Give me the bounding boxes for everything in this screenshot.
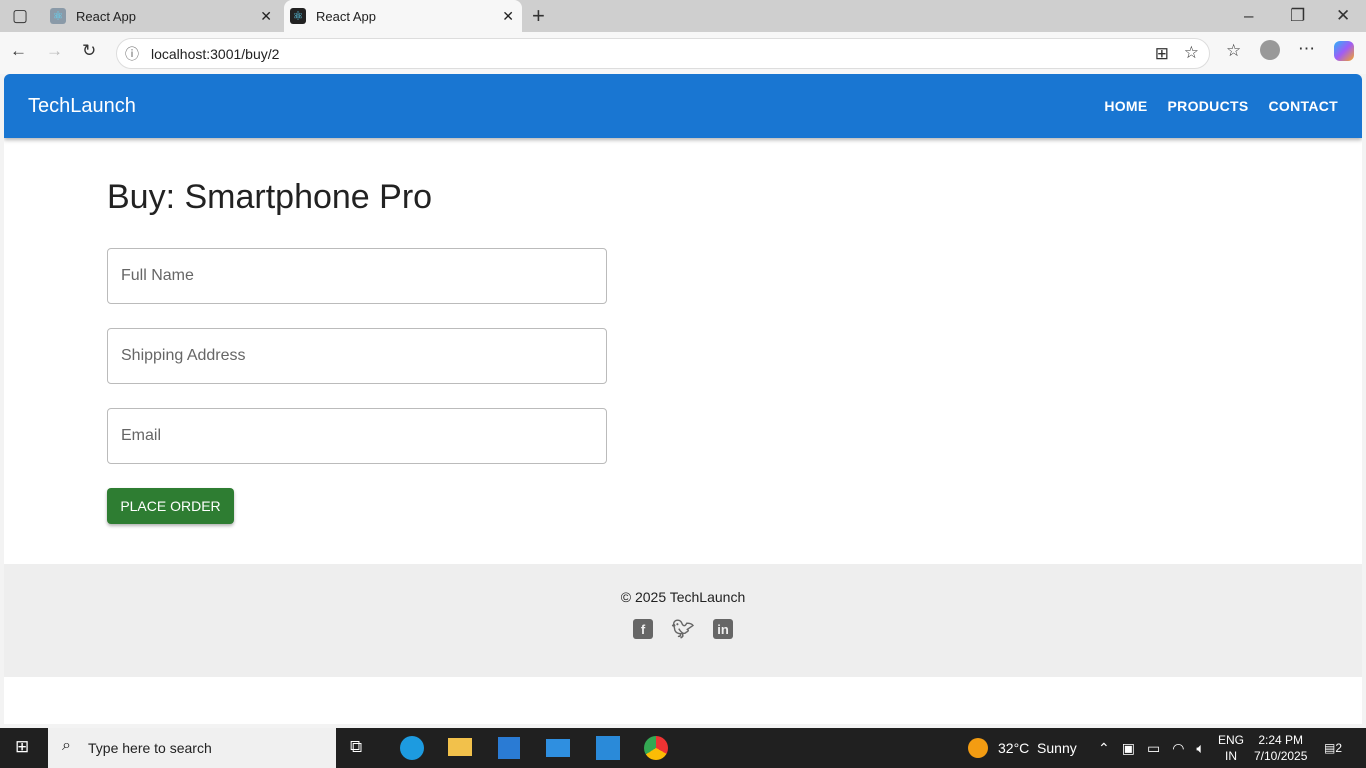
- wifi-icon[interactable]: ◠: [1172, 740, 1184, 757]
- forward-icon[interactable]: →: [46, 41, 63, 61]
- brand-logo[interactable]: TechLaunch: [28, 95, 1084, 118]
- edge-icon[interactable]: [400, 736, 424, 760]
- lang-text: ENG: [1218, 733, 1245, 747]
- app-bar: TechLaunch HOME PRODUCTS CONTACT: [4, 74, 1362, 138]
- file-explorer-icon[interactable]: [448, 738, 472, 756]
- meet-icon[interactable]: ▣: [1122, 740, 1135, 757]
- time-text: 2:24 PM: [1258, 733, 1304, 747]
- profile-avatar[interactable]: [1260, 40, 1280, 60]
- page-title: Buy: Smartphone Pro: [107, 178, 433, 216]
- tab-title: React App: [316, 8, 376, 24]
- weather-widget[interactable]: 32°C Sunny: [968, 728, 1077, 768]
- clock[interactable]: 2:24 PM 7/10/2025: [1254, 728, 1307, 768]
- minimize-icon[interactable]: –: [1244, 6, 1253, 26]
- tab-2[interactable]: ⚛ React App ✕: [284, 0, 522, 32]
- restore-icon[interactable]: ❐: [1290, 6, 1305, 26]
- notifications-button[interactable]: ▤ 2: [1324, 728, 1342, 768]
- more-icon[interactable]: ⋯: [1298, 39, 1315, 59]
- nav-contact[interactable]: CONTACT: [1269, 98, 1339, 114]
- facebook-icon[interactable]: f: [633, 619, 653, 639]
- battery-icon[interactable]: ▭: [1147, 740, 1160, 757]
- notification-icon: ▤: [1324, 741, 1336, 755]
- url-input[interactable]: ⓘ localhost:3001/buy/2 ⊞ ☆: [116, 38, 1210, 69]
- chevron-up-icon[interactable]: ⌃: [1098, 740, 1110, 757]
- react-icon: ⚛: [290, 8, 306, 24]
- taskbar-search[interactable]: ⌕ Type here to search: [48, 728, 336, 768]
- back-icon[interactable]: ←: [10, 41, 27, 61]
- tab-bar: ▢ ⚛ React App ✕ ⚛ React App ✕ + – ❐ ✕: [0, 0, 1366, 32]
- twitter-icon[interactable]: 🐦︎: [672, 619, 695, 639]
- search-placeholder: Type here to search: [88, 740, 212, 756]
- shipping-address-input[interactable]: Shipping Address: [107, 328, 607, 384]
- system-tray: ⌃ ▣ ▭ ◠ 🔈︎: [1098, 728, 1205, 768]
- sun-icon: [968, 738, 988, 758]
- notification-count: 2: [1335, 741, 1343, 755]
- close-tab-icon[interactable]: ✕: [260, 8, 272, 25]
- region-text: IN: [1225, 749, 1237, 763]
- social-links: f 🐦︎ in: [4, 619, 1362, 639]
- close-window-icon[interactable]: ✕: [1336, 6, 1350, 26]
- taskbar: ⊞ ⌕ Type here to search ⧉ 32°C Sunny ⌃ ▣…: [0, 728, 1366, 768]
- vscode-icon[interactable]: [596, 736, 620, 760]
- nav-home[interactable]: HOME: [1104, 98, 1147, 114]
- date-text: 7/10/2025: [1254, 749, 1308, 763]
- mail-icon[interactable]: [546, 739, 570, 757]
- favorite-star-icon[interactable]: ☆: [1184, 43, 1199, 63]
- new-tab-icon[interactable]: +: [532, 3, 545, 29]
- footer: © 2025 TechLaunch f 🐦︎ in: [4, 564, 1362, 677]
- search-icon: ⌕: [62, 737, 71, 754]
- windows-start-icon[interactable]: ⊞: [15, 737, 29, 757]
- sidebar-icon[interactable]: ▢: [12, 6, 28, 26]
- weather-text: 32°C Sunny: [998, 740, 1077, 756]
- close-tab-icon[interactable]: ✕: [502, 8, 514, 25]
- volume-muted-icon[interactable]: 🔈︎: [1196, 740, 1204, 757]
- refresh-icon[interactable]: ↻: [82, 41, 96, 61]
- nav-products[interactable]: PRODUCTS: [1168, 98, 1249, 114]
- chrome-icon[interactable]: [644, 736, 668, 760]
- url-text: localhost:3001/buy/2: [151, 46, 280, 62]
- store-icon[interactable]: [498, 737, 520, 759]
- react-icon: ⚛: [50, 8, 66, 24]
- tab-title: React App: [76, 8, 136, 24]
- copilot-icon[interactable]: [1334, 41, 1354, 61]
- task-view-icon[interactable]: ⧉: [350, 737, 362, 757]
- tab-1[interactable]: ⚛ React App ✕: [50, 0, 280, 32]
- full-name-input[interactable]: Full Name: [107, 248, 607, 304]
- favorites-icon[interactable]: ☆: [1226, 41, 1241, 61]
- linkedin-icon[interactable]: in: [713, 619, 733, 639]
- place-order-button[interactable]: PLACE ORDER: [107, 488, 234, 524]
- app-icon[interactable]: ⊞: [1155, 44, 1169, 64]
- language-indicator[interactable]: ENG IN: [1218, 728, 1244, 768]
- copyright: © 2025 TechLaunch: [620, 589, 746, 605]
- info-icon[interactable]: ⓘ: [125, 44, 139, 64]
- address-bar: ← → ↻ ⓘ localhost:3001/buy/2 ⊞ ☆ ☆ ⋯: [0, 32, 1366, 74]
- page: TechLaunch HOME PRODUCTS CONTACT Buy: Sm…: [4, 74, 1362, 724]
- email-input[interactable]: Email: [107, 408, 607, 464]
